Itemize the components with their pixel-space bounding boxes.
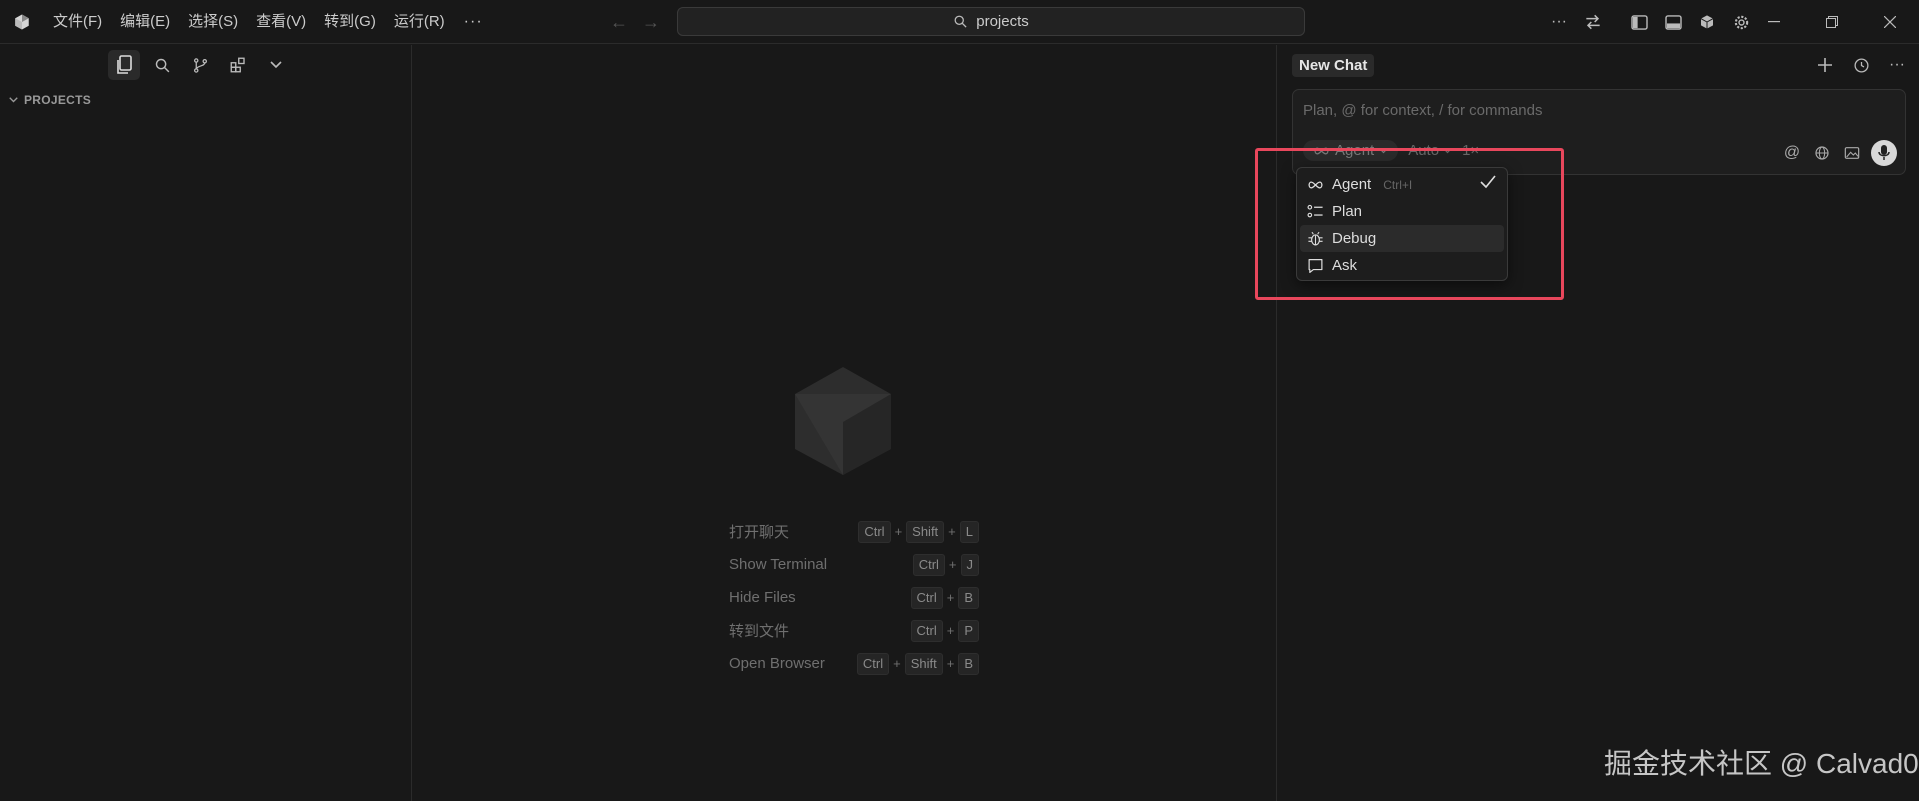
cube-icon[interactable] xyxy=(1696,11,1718,33)
minimize-button[interactable] xyxy=(1745,0,1803,44)
source-control-icon[interactable] xyxy=(184,50,216,80)
title-bar: 文件(F) 编辑(E) 选择(S) 查看(V) 转到(G) 运行(R) ··· … xyxy=(0,0,1919,44)
image-icon[interactable] xyxy=(1841,142,1863,164)
shortcut-row[interactable]: Open Browser Ctrl + Shift + B xyxy=(729,647,979,680)
plus-icon[interactable] xyxy=(1813,53,1837,77)
search-icon xyxy=(954,15,967,28)
menu-selection[interactable]: 选择(S) xyxy=(179,0,247,44)
shortcut-keys: Ctrl + Shift + L xyxy=(858,520,979,543)
chat-actions: ··· xyxy=(1813,53,1909,77)
key-cap: Ctrl xyxy=(856,652,890,675)
shortcut-keys: Ctrl + J xyxy=(912,553,979,576)
menu-bar: 文件(F) 编辑(E) 选择(S) 查看(V) 转到(G) 运行(R) ··· xyxy=(44,0,493,44)
shortcut-list: 打开聊天 Ctrl + Shift + L Show Terminal Ctrl + … xyxy=(729,515,979,680)
command-search-box[interactable]: projects xyxy=(677,7,1305,36)
nav-arrows: ← → xyxy=(610,0,660,44)
search-icon[interactable] xyxy=(146,50,178,80)
back-arrow-icon[interactable]: ← xyxy=(610,12,628,33)
plus-sign: + xyxy=(946,656,955,671)
at-mention-icon[interactable]: @ xyxy=(1781,142,1803,164)
chat-input-placeholder[interactable]: Plan, @ for context, / for commands xyxy=(1303,102,1543,119)
explorer-sidebar: PROJECTS xyxy=(0,45,412,801)
plus-sign: + xyxy=(948,524,956,539)
shortcut-row[interactable]: 转到文件 Ctrl + P xyxy=(729,614,979,647)
plus-sign: + xyxy=(946,590,955,605)
menu-file[interactable]: 文件(F) xyxy=(44,0,111,44)
sidebar-toolbar xyxy=(108,50,292,80)
key-cap: P xyxy=(958,619,979,642)
extensions-icon[interactable] xyxy=(222,50,254,80)
toggle-sidebar-icon[interactable] xyxy=(1628,11,1650,33)
editor-area: 打开聊天 Ctrl + Shift + L Show Terminal Ctrl + … xyxy=(413,45,1277,801)
search-value: projects xyxy=(976,13,1029,30)
toggle-panel-icon[interactable] xyxy=(1662,11,1684,33)
shortcut-label: 打开聊天 xyxy=(729,524,790,541)
shortcut-row[interactable]: Hide Files Ctrl + B xyxy=(729,581,979,614)
key-cap: L xyxy=(959,520,979,543)
key-cap: J xyxy=(960,553,979,576)
shortcut-label: Hide Files xyxy=(729,589,796,606)
watermark-text: 掘金技术社区 @ Calvad0s xyxy=(1604,748,1919,779)
annotation-highlight-box xyxy=(1255,148,1564,300)
window-controls xyxy=(1745,0,1919,44)
globe-icon[interactable] xyxy=(1811,142,1833,164)
plus-sign: + xyxy=(893,656,901,671)
chevron-down-icon xyxy=(9,97,18,103)
key-cap: Ctrl xyxy=(910,586,943,609)
key-cap: Ctrl xyxy=(912,553,945,576)
more-options-icon[interactable]: ··· xyxy=(1885,53,1909,77)
menu-view[interactable]: 查看(V) xyxy=(247,0,315,44)
menu-run[interactable]: 运行(R) xyxy=(385,0,454,44)
plus-sign: + xyxy=(946,623,955,638)
projects-title: PROJECTS xyxy=(24,93,92,107)
menu-go[interactable]: 转到(G) xyxy=(315,0,385,44)
app-logo-icon[interactable] xyxy=(0,0,44,44)
shortcut-keys: Ctrl + Shift + B xyxy=(856,652,979,675)
plus-sign: + xyxy=(894,524,903,539)
projects-section-header[interactable]: PROJECTS xyxy=(9,93,91,107)
title-toolbar: ··· xyxy=(1548,0,1752,44)
shortcut-row[interactable]: Show Terminal Ctrl + J xyxy=(729,548,979,581)
key-cap: B xyxy=(958,586,979,609)
composer-right-actions: @ xyxy=(1781,140,1897,166)
swap-arrows-icon[interactable] xyxy=(1582,11,1604,33)
history-icon[interactable] xyxy=(1849,53,1873,77)
shortcut-label: Open Browser xyxy=(729,655,825,672)
forward-arrow-icon[interactable]: → xyxy=(642,12,660,33)
ide-window: 文件(F) 编辑(E) 选择(S) 查看(V) 转到(G) 运行(R) ··· … xyxy=(0,0,1919,801)
shortcut-row[interactable]: 打开聊天 Ctrl + Shift + L xyxy=(729,515,979,548)
close-button[interactable] xyxy=(1861,0,1919,44)
key-cap: Ctrl xyxy=(910,619,943,642)
shortcut-label: 转到文件 xyxy=(729,623,790,640)
key-cap: Shift xyxy=(906,520,945,543)
explorer-files-icon[interactable] xyxy=(108,50,140,80)
shortcut-keys: Ctrl + B xyxy=(910,586,979,609)
menu-more-button[interactable]: ··· xyxy=(454,13,493,31)
more-actions-button[interactable]: ··· xyxy=(1548,11,1570,33)
key-cap: B xyxy=(958,652,979,675)
chat-tab-new-chat[interactable]: New Chat xyxy=(1292,54,1375,77)
chevron-down-icon[interactable] xyxy=(260,50,292,80)
key-cap: Ctrl xyxy=(858,520,891,543)
shortcut-label: Show Terminal xyxy=(729,556,828,573)
cursor-logo-icon xyxy=(793,365,893,482)
plus-sign: + xyxy=(948,557,957,572)
shortcut-keys: Ctrl + P xyxy=(910,619,979,642)
menu-edit[interactable]: 编辑(E) xyxy=(111,0,179,44)
key-cap: Shift xyxy=(904,652,943,675)
restore-button[interactable] xyxy=(1803,0,1861,44)
microphone-icon[interactable] xyxy=(1871,140,1897,166)
